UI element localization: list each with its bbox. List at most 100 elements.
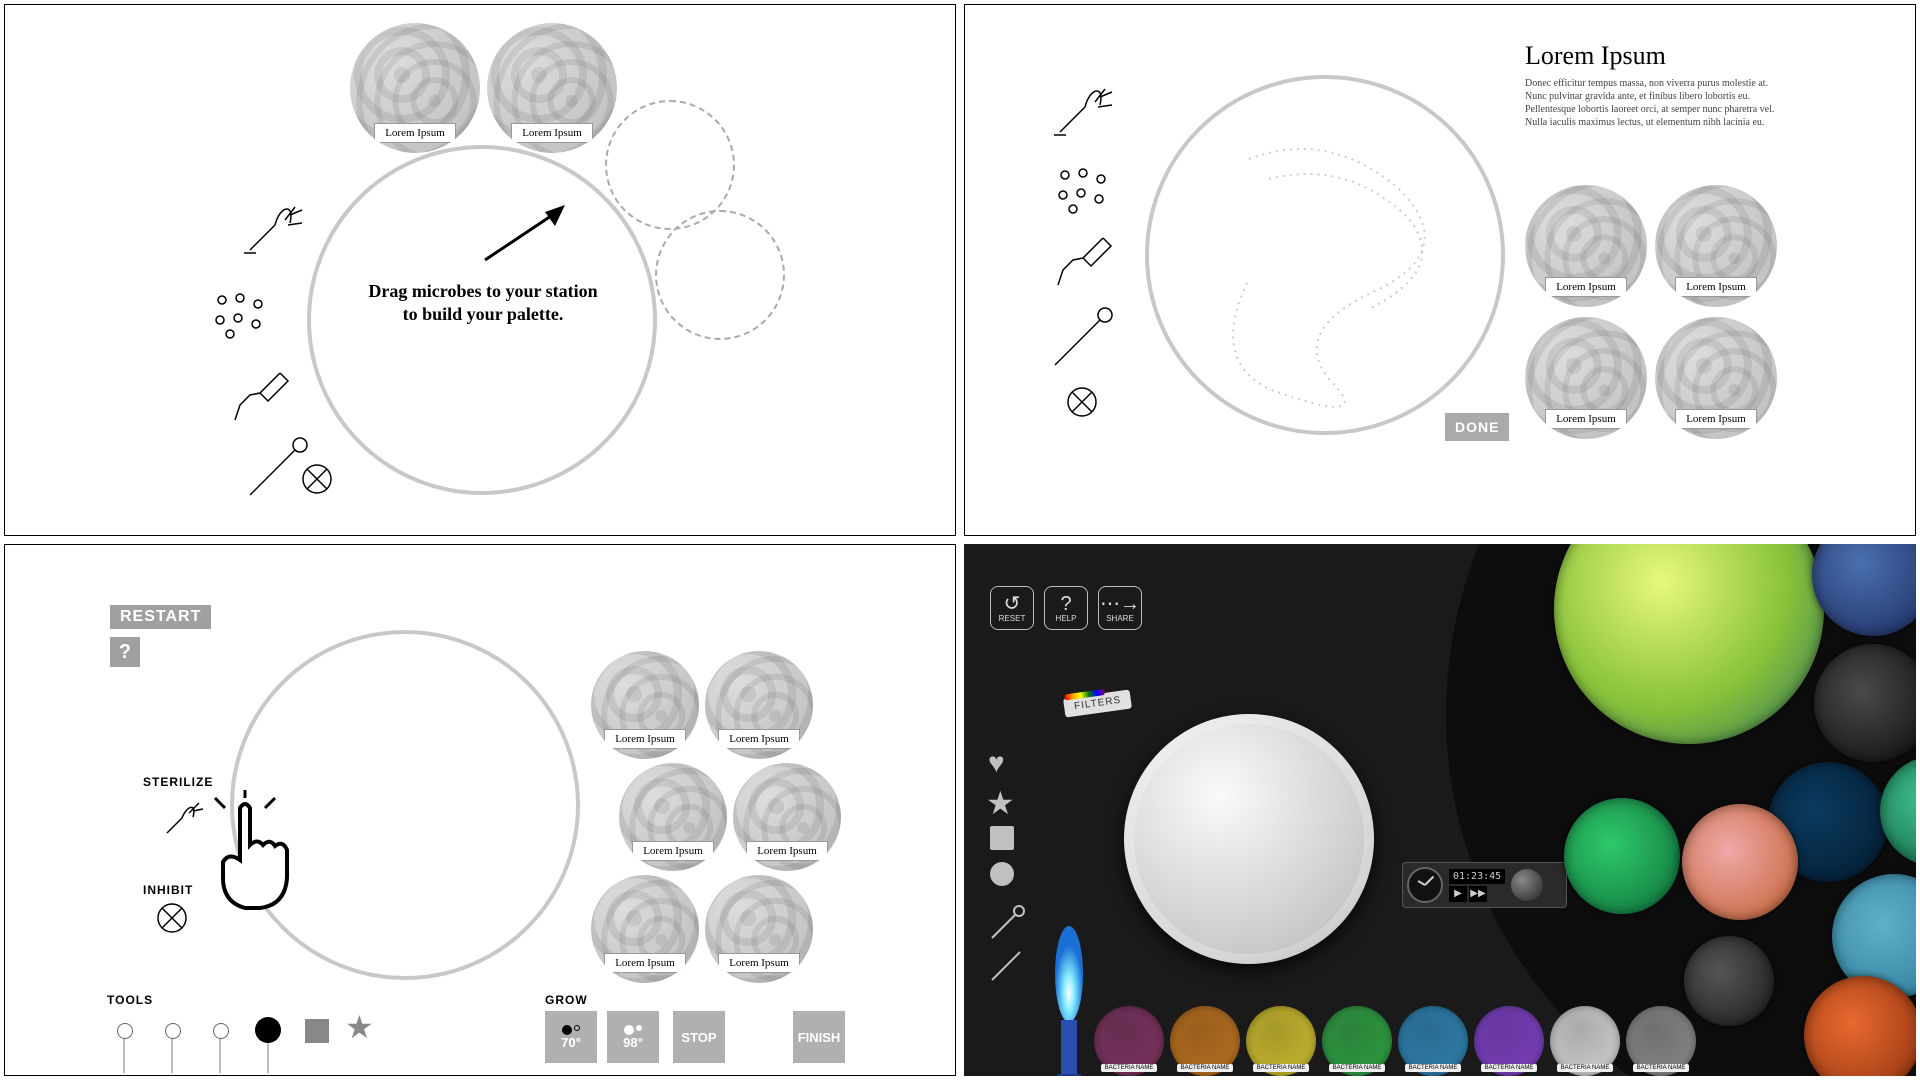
microbe-label: Lorem Ipsum [632, 841, 714, 861]
microbe-label: Lorem Ipsum [1545, 409, 1627, 429]
done-button[interactable]: DONE [1445, 413, 1509, 441]
finish-button[interactable]: FINISH [793, 1011, 845, 1063]
bacteria-label: BACTERIA NAME [1177, 1064, 1234, 1072]
microbe-swatch[interactable]: Lorem Ipsum [591, 651, 699, 759]
inoculation-loop-icon[interactable] [988, 902, 1028, 942]
info-title: Lorem Ipsum [1525, 41, 1666, 71]
sterilize-label: STERILIZE [143, 775, 213, 789]
arrow-icon [480, 200, 580, 270]
bacteria-swatch[interactable]: BACTERIA NAME [1094, 1006, 1164, 1076]
heart-icon[interactable]: ♥ [988, 748, 1005, 780]
bacteria-label: BACTERIA NAME [1253, 1064, 1310, 1072]
microbe-swatch[interactable]: Lorem Ipsum [1655, 185, 1777, 307]
microbe-label: Lorem Ipsum [1675, 277, 1757, 297]
bacteria-swatch[interactable]: BACTERIA NAME [1246, 1006, 1316, 1076]
tools-section-label: TOOLS [107, 993, 153, 1007]
microbe-label: Lorem Ipsum [604, 729, 686, 749]
square-icon[interactable] [990, 826, 1014, 850]
microbe-swatch[interactable]: Lorem Ipsum [705, 651, 813, 759]
star-icon[interactable]: ★ [986, 784, 1015, 822]
dots-tool-icon[interactable] [210, 290, 270, 340]
brush-circle[interactable] [255, 1017, 281, 1043]
gallery-petri-dish[interactable] [1682, 804, 1798, 920]
tool-slot[interactable] [171, 1033, 173, 1073]
microbe-swatch[interactable]: Lorem Ipsum [733, 763, 841, 871]
stop-button[interactable]: STOP [673, 1011, 725, 1063]
tool-slot[interactable] [123, 1033, 125, 1073]
info-body: Donec efficitur tempus massa, non viverr… [1525, 77, 1785, 129]
wireframe-panel-1: Lorem Ipsum Lorem Ipsum Drag microbes to… [4, 4, 956, 536]
inoculation-loop-icon[interactable] [1050, 305, 1120, 375]
timer-panel: 01:23:45 ▶ ▶▶ [1402, 862, 1567, 908]
instruction-text: Drag microbes to your station to build y… [363, 280, 603, 327]
microbe-swatch[interactable]: Lorem Ipsum [1525, 317, 1647, 439]
bacteria-swatch[interactable]: BACTERIA NAME [1170, 1006, 1240, 1076]
main-petri-dish[interactable] [1124, 714, 1374, 964]
dots-tool-icon[interactable] [1053, 165, 1113, 215]
pipette-tool-icon[interactable] [1053, 230, 1123, 300]
bacteria-swatch[interactable]: BACTERIA NAME [1550, 1006, 1620, 1076]
hand-cursor-icon [195, 790, 305, 920]
microbe-swatch[interactable]: Lorem Ipsum [350, 23, 480, 153]
streak-path [1149, 79, 1509, 439]
circle-icon[interactable] [990, 862, 1014, 886]
gallery-petri-dish[interactable] [1684, 936, 1774, 1026]
inhibit-icon[interactable] [155, 901, 189, 935]
microbe-label: Lorem Ipsum [374, 123, 456, 143]
microbe-swatch[interactable]: Lorem Ipsum [1655, 317, 1777, 439]
bacteria-swatch[interactable]: BACTERIA NAME [1322, 1006, 1392, 1076]
speed-dial[interactable] [1511, 869, 1543, 901]
microbe-label: Lorem Ipsum [746, 841, 828, 861]
temp-value: 98° [623, 1035, 643, 1050]
bacteria-label: BACTERIA NAME [1405, 1064, 1462, 1072]
microbe-label: Lorem Ipsum [604, 953, 686, 973]
bacteria-swatch[interactable]: BACTERIA NAME [1398, 1006, 1468, 1076]
bunsen-burner[interactable] [1039, 924, 1099, 1076]
microbe-label: Lorem Ipsum [1675, 409, 1757, 429]
inhibit-label: INHIBIT [143, 883, 193, 897]
bacteria-label: BACTERIA NAME [1481, 1064, 1538, 1072]
needle-icon[interactable] [988, 944, 1028, 984]
gallery-petri-dish[interactable] [1564, 798, 1680, 914]
timer-readout: 01:23:45 [1449, 869, 1505, 884]
help-button[interactable]: ? [110, 637, 140, 667]
share-button[interactable]: ⋯→SHARE [1098, 586, 1142, 630]
fast-forward-button[interactable]: ▶▶ [1469, 886, 1487, 902]
temp-value: 70° [561, 1035, 581, 1050]
inhibit-icon[interactable] [1065, 385, 1099, 419]
bacteria-label: BACTERIA NAME [1557, 1064, 1614, 1072]
help-button[interactable]: ?HELP [1044, 586, 1088, 630]
bacteria-swatch[interactable]: BACTERIA NAME [1626, 1006, 1696, 1076]
bunsen-burner-icon[interactable] [240, 195, 310, 265]
bacteria-label: BACTERIA NAME [1329, 1064, 1386, 1072]
wireframe-panel-2: Lorem Ipsum Donec efficitur tempus massa… [964, 4, 1916, 536]
bunsen-burner-icon[interactable] [1050, 77, 1120, 147]
microbe-label: Lorem Ipsum [1545, 277, 1627, 297]
microbe-swatch[interactable]: Lorem Ipsum [487, 23, 617, 153]
main-petri-dish[interactable] [1145, 75, 1505, 435]
microbe-swatch[interactable]: Lorem Ipsum [591, 875, 699, 983]
restart-button[interactable]: RESTART [110, 605, 211, 629]
reset-button[interactable]: ↺RESET [990, 586, 1034, 630]
microbe-swatch[interactable]: Lorem Ipsum [705, 875, 813, 983]
microbe-label: Lorem Ipsum [511, 123, 593, 143]
brush-square[interactable] [305, 1019, 329, 1043]
wireframe-panel-3: RESTART ? STERILIZE INHIBIT Lorem Ipsum … [4, 544, 956, 1076]
filters-button[interactable]: FILTERS [1063, 689, 1132, 717]
microbe-swatch[interactable]: Lorem Ipsum [619, 763, 727, 871]
grow-section-label: GROW [545, 993, 588, 1007]
grow-temp-button[interactable]: 70° [545, 1011, 597, 1063]
drop-target[interactable] [655, 210, 785, 340]
rendered-panel-4: ↺RESET ?HELP ⋯→SHARE FILTERS ♥ ★ 01:23:4… [964, 544, 1916, 1076]
microbe-label: Lorem Ipsum [718, 953, 800, 973]
pipette-tool-icon[interactable] [230, 365, 300, 435]
grow-temp-button[interactable]: 98° [607, 1011, 659, 1063]
microbe-swatch[interactable]: Lorem Ipsum [1525, 185, 1647, 307]
bacteria-swatch[interactable]: BACTERIA NAME [1474, 1006, 1544, 1076]
tool-slot[interactable] [219, 1033, 221, 1073]
inhibit-icon[interactable] [300, 462, 334, 496]
bacteria-label: BACTERIA NAME [1633, 1064, 1690, 1072]
brush-star[interactable]: ★ [345, 1011, 374, 1043]
microbe-label: Lorem Ipsum [718, 729, 800, 749]
play-button[interactable]: ▶ [1449, 886, 1467, 902]
